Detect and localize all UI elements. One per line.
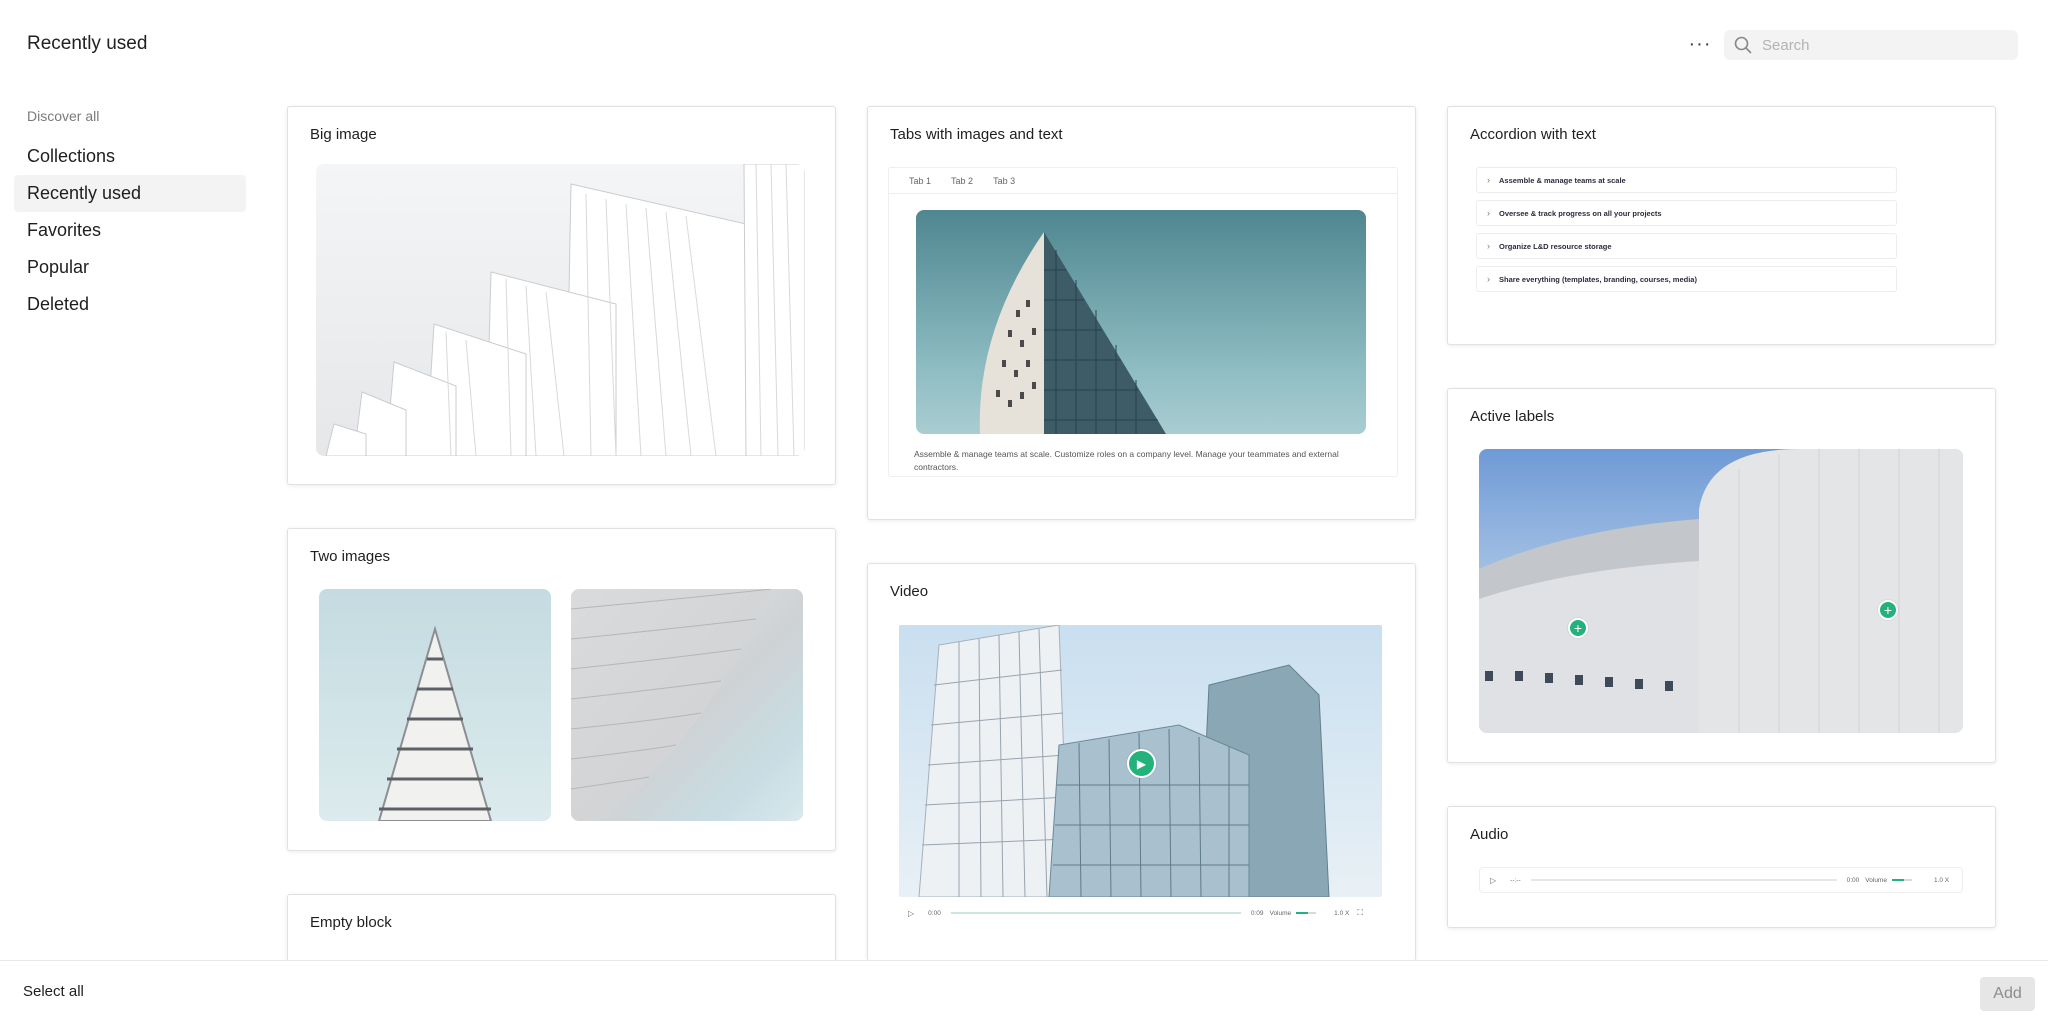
card-two-images[interactable]: Two images: [287, 528, 836, 851]
sidebar: Discover all Collections Recently used F…: [14, 104, 246, 323]
card-video[interactable]: Video ▶ ▷ 0:00 0:09 Volume 1.0 X ⛶: [867, 563, 1416, 961]
audio-volume-slider[interactable]: [1891, 879, 1912, 881]
chevron-right-icon: ›: [1487, 241, 1490, 251]
tab-1[interactable]: Tab 1: [909, 168, 931, 193]
video-volume-slider[interactable]: [1296, 912, 1317, 914]
sidebar-item-popular[interactable]: Popular: [14, 249, 246, 286]
top-header: Recently used ···: [0, 0, 2048, 90]
card-title: Empty block: [310, 914, 392, 931]
sidebar-item-favorites[interactable]: Favorites: [14, 212, 246, 249]
card-title: Big image: [310, 126, 377, 143]
accordion-item[interactable]: › Assemble & manage teams at scale: [1476, 167, 1897, 193]
sidebar-item-collections[interactable]: Collections: [14, 138, 246, 175]
curved-tile-facade-image: [571, 589, 803, 821]
chevron-right-icon: ›: [1487, 175, 1490, 185]
accordion-item[interactable]: › Oversee & track progress on all your pr…: [1476, 200, 1897, 226]
page-title: Recently used: [27, 33, 148, 54]
card-audio[interactable]: Audio ▷ --:-- 0:00 Volume 1.0 X: [1447, 806, 1996, 928]
sidebar-item-deleted[interactable]: Deleted: [14, 286, 246, 323]
active-label-plus-icon[interactable]: +: [1568, 618, 1588, 638]
play-icon[interactable]: ▶: [1127, 749, 1156, 778]
accordion-item-label: Organize L&D resource storage: [1499, 241, 1612, 251]
fullscreen-icon[interactable]: ⛶: [1357, 908, 1363, 918]
card-title: Active labels: [1470, 408, 1555, 425]
audio-time-total: 0:00: [1846, 876, 1860, 884]
card-title: Two images: [310, 548, 391, 565]
accordion-item-label: Share everything (templates, branding, c…: [1499, 274, 1697, 284]
tab-3[interactable]: Tab 3: [993, 168, 1015, 193]
curved-building-image: [1479, 449, 1963, 733]
video-volume-label: Volume: [1269, 909, 1292, 917]
audio-speed[interactable]: 1.0 X: [1934, 877, 1949, 884]
video-controls: ▷ 0:00 0:09 Volume 1.0 X ⛶: [908, 906, 1376, 920]
search-box[interactable]: [1724, 30, 2018, 60]
video-progress-bar[interactable]: [950, 912, 1241, 914]
card-title: Audio: [1470, 826, 1509, 843]
card-title: Video: [890, 583, 929, 600]
search-input[interactable]: [1762, 36, 2002, 54]
audio-progress-bar[interactable]: [1530, 879, 1837, 881]
chevron-right-icon: ›: [1487, 208, 1490, 218]
tab-body-text: Assemble & manage teams at scale. Custom…: [914, 449, 1339, 472]
accordion-item-label: Oversee & track progress on all your pro…: [1499, 208, 1662, 218]
card-tabs-with-images[interactable]: Tabs with images and text Tab 1 Tab 2 Ta…: [867, 106, 1416, 520]
card-accordion[interactable]: Accordion with text › Assemble & manage t…: [1447, 106, 1996, 345]
chevron-right-icon: ›: [1487, 274, 1490, 284]
accordion-item[interactable]: › Organize L&D resource storage: [1476, 233, 1897, 259]
add-button[interactable]: Add: [1980, 977, 2035, 1011]
stacked-building-image: [319, 589, 551, 821]
video-time-current: 0:00: [928, 909, 941, 917]
card-big-image[interactable]: Big image: [287, 106, 836, 485]
card-active-labels[interactable]: Active labels + +: [1447, 388, 1996, 763]
accordion-item[interactable]: › Share everything (templates, branding, …: [1476, 266, 1897, 292]
video-speed[interactable]: 1.0 X: [1334, 910, 1349, 917]
accordion-item-label: Assemble & manage teams at scale: [1499, 175, 1626, 185]
card-title: Accordion with text: [1470, 126, 1596, 143]
sidebar-item-recently-used[interactable]: Recently used: [14, 175, 246, 212]
audio-play-icon[interactable]: ▷: [1490, 876, 1496, 885]
architecture-fins-image: [316, 164, 805, 456]
select-all-button[interactable]: Select all: [23, 983, 84, 1000]
audio-time-current: --:--: [1510, 876, 1521, 884]
search-icon: [1734, 36, 1752, 54]
audio-volume-fill: [1891, 879, 1904, 881]
tab-row: Tab 1 Tab 2 Tab 3: [889, 168, 1397, 194]
video-time-total: 0:09: [1250, 909, 1264, 917]
video-play-icon[interactable]: ▷: [908, 909, 914, 918]
audio-volume-label: Volume: [1865, 876, 1887, 884]
active-label-plus-icon[interactable]: +: [1878, 600, 1898, 620]
video-volume-fill: [1296, 912, 1309, 914]
tower-against-sky-image: [916, 210, 1366, 434]
footer-bar: Select all Add: [0, 960, 2048, 1020]
tab-2[interactable]: Tab 2: [951, 168, 973, 193]
card-title: Tabs with images and text: [890, 126, 1063, 143]
sidebar-heading-discover-all[interactable]: Discover all: [14, 104, 246, 128]
audio-player: ▷ --:-- 0:00 Volume 1.0 X: [1479, 867, 1963, 893]
more-options-button[interactable]: ···: [1682, 32, 1718, 56]
